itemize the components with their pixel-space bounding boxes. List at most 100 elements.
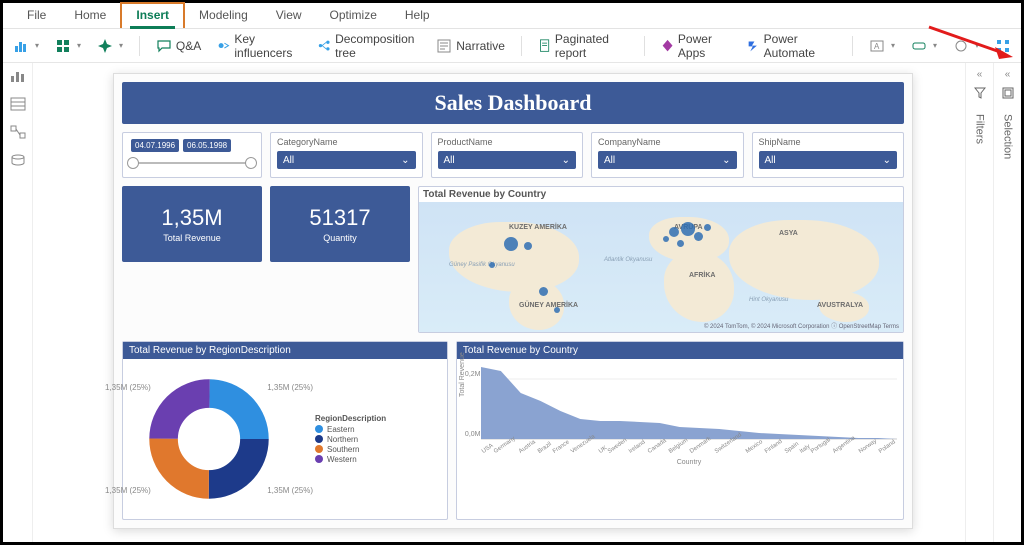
- menu-optimize[interactable]: Optimize: [316, 4, 391, 28]
- chart-icon: [13, 38, 29, 54]
- map-label: AVUSTRALYA: [817, 302, 863, 309]
- menu-insert[interactable]: Insert: [120, 2, 185, 28]
- area-chart[interactable]: Total Revenue 0,2M 0,0M USAGermanyAustri…: [457, 359, 903, 475]
- kpi-value: 1,35M: [161, 205, 222, 231]
- new-visual-button[interactable]: ▾: [13, 38, 39, 54]
- power-automate-button[interactable]: Power Automate: [747, 32, 837, 60]
- chevron-down-icon: ⌄: [562, 155, 570, 166]
- model-view-icon[interactable]: [10, 125, 26, 139]
- page-icon: [538, 38, 551, 54]
- button-icon: [911, 38, 927, 54]
- map-sublabel: Güney Pasifik Okyanusu: [449, 262, 515, 268]
- dashboard-title: Sales Dashboard: [122, 82, 904, 124]
- date-slicer[interactable]: 04.07.1996 06.05.1998: [122, 132, 262, 178]
- left-nav-rail: [3, 63, 33, 542]
- menu-modeling[interactable]: Modeling: [185, 4, 262, 28]
- ai-visuals-button[interactable]: ▾: [97, 38, 123, 54]
- qa-button[interactable]: Q&A: [156, 38, 201, 54]
- shapes-button[interactable]: ▾: [953, 38, 979, 54]
- slicer-value: All: [444, 155, 455, 166]
- menu-view[interactable]: View: [262, 4, 316, 28]
- map-sublabel: Hint Okyanusu: [749, 297, 788, 303]
- kpi-label: Quantity: [323, 233, 357, 243]
- date-to: 06.05.1998: [183, 139, 231, 152]
- chevron-down-icon: ⌄: [401, 155, 409, 166]
- shapes-icon: [953, 38, 969, 54]
- ytick: 0,0M: [465, 431, 481, 438]
- area-title: Total Revenue by Country: [457, 342, 903, 359]
- map-title: Total Revenue by Country: [419, 187, 903, 202]
- ribbon: ▾ ▾ ▾ Q&A Key influencers Decomposition …: [3, 29, 1021, 63]
- influencer-icon: [217, 38, 230, 54]
- svg-text:A: A: [874, 42, 880, 51]
- map-sublabel: Atlantik Okyanusu: [604, 257, 652, 263]
- power-apps-button[interactable]: Power Apps: [661, 32, 731, 60]
- slicer-label: ShipName: [759, 137, 898, 147]
- text-box-button[interactable]: A▾: [869, 38, 895, 54]
- kpi-quantity: 51317 Quantity: [270, 186, 410, 262]
- map-label: AFRİKA: [689, 272, 715, 279]
- menu-file[interactable]: File: [13, 4, 60, 28]
- filter-icon: [974, 86, 986, 104]
- sparkle-icon: [97, 38, 113, 54]
- report-canvas: Sales Dashboard 04.07.1996 06.05.1998: [113, 73, 913, 529]
- slicer-value: All: [283, 155, 294, 166]
- kpi-revenue: 1,35M Total Revenue: [122, 186, 262, 262]
- chat-icon: [156, 38, 172, 54]
- date-from: 04.07.1996: [131, 139, 179, 152]
- ytick: 0,2M: [465, 371, 481, 378]
- slicer-category[interactable]: CategoryName All ⌄: [270, 132, 423, 178]
- donut-seg-label: 1,35M (25%): [105, 383, 151, 392]
- slicer-label: ProductName: [438, 137, 577, 147]
- tree-icon: [318, 38, 331, 54]
- menu-home[interactable]: Home: [60, 4, 120, 28]
- donut-chart[interactable]: 1,35M (25%) 1,35M (25%) 1,35M (25%) 1,35…: [123, 359, 447, 519]
- map-label: ASYA: [779, 230, 798, 237]
- filters-label: Filters: [974, 114, 986, 144]
- map-attribution: © 2024 TomTom, © 2024 Microsoft Corporat…: [704, 321, 899, 330]
- slicer-value: All: [604, 155, 615, 166]
- kpi-label: Total Revenue: [163, 233, 221, 243]
- selection-icon: [1002, 86, 1014, 104]
- more-visuals-button[interactable]: ▾: [55, 38, 81, 54]
- donut-seg-label: 1,35M (25%): [105, 486, 151, 495]
- range-thumb-left[interactable]: [127, 157, 139, 169]
- slicer-product[interactable]: ProductName All ⌄: [431, 132, 584, 178]
- powerapps-icon: [661, 38, 674, 54]
- filters-pane-collapsed[interactable]: « Filters: [965, 63, 993, 542]
- chevron-down-icon: ⌄: [883, 155, 891, 166]
- slicer-company[interactable]: CompanyName All ⌄: [591, 132, 744, 178]
- chevron-down-icon: ⌄: [722, 155, 730, 166]
- narrative-icon: [436, 38, 452, 54]
- kpi-value: 51317: [309, 205, 370, 231]
- key-influencers-button[interactable]: Key influencers: [217, 32, 302, 60]
- paginated-report-button[interactable]: Paginated report: [538, 32, 628, 60]
- map-label: KUZEY AMERİKA: [509, 224, 567, 231]
- slicer-shipname[interactable]: ShipName All ⌄: [752, 132, 905, 178]
- range-thumb-right[interactable]: [245, 157, 257, 169]
- chevron-left-icon: «: [977, 69, 983, 80]
- menu-help[interactable]: Help: [391, 4, 444, 28]
- slicer-label: CategoryName: [277, 137, 416, 147]
- selection-label: Selection: [1002, 114, 1014, 159]
- narrative-button[interactable]: Narrative: [436, 38, 505, 54]
- selection-pane-collapsed[interactable]: « Selection: [993, 63, 1021, 542]
- decomp-tree-button[interactable]: Decomposition tree: [318, 32, 420, 60]
- slicer-value: All: [765, 155, 776, 166]
- report-view-icon[interactable]: [10, 69, 26, 83]
- dax-view-icon[interactable]: [10, 153, 26, 167]
- area-xlabel: Country: [481, 459, 897, 466]
- date-range-track[interactable]: [131, 162, 253, 164]
- grid-icon: [995, 38, 1011, 54]
- map-visual[interactable]: KUZEY AMERİKA GÜNEY AMERİKA AVRUPA AFRİK…: [419, 202, 903, 332]
- buttons-button[interactable]: ▾: [911, 38, 937, 54]
- powerautomate-icon: [747, 38, 760, 54]
- donut-title: Total Revenue by RegionDescription: [123, 342, 447, 359]
- chevron-left-icon: «: [1005, 69, 1011, 80]
- table-view-icon[interactable]: [10, 97, 26, 111]
- text-icon: A: [869, 38, 885, 54]
- donut-seg-label: 1,35M (25%): [267, 486, 313, 495]
- slicer-label: CompanyName: [598, 137, 737, 147]
- donut-seg-label: 1,35M (25%): [267, 383, 313, 392]
- elements-button[interactable]: [995, 38, 1011, 54]
